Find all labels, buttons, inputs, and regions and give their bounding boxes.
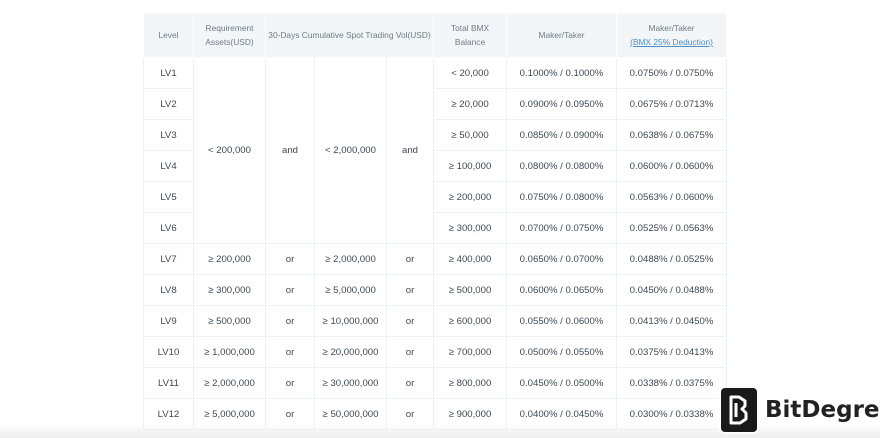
operator-cell: or xyxy=(385,243,435,275)
table-row: LV9 ≥ 500,000 or ≥ 10,000,000 or ≥ 600,000 0.0… xyxy=(143,305,728,337)
requirement-assets-cell: ≥ 200,000 xyxy=(193,243,266,275)
bmx-balance-cell: ≥ 50,000 xyxy=(433,119,508,151)
requirement-assets-cell: ≥ 300,000 xyxy=(193,274,266,306)
level-cell: LV8 xyxy=(143,274,194,306)
level-cell: LV4 xyxy=(143,150,194,182)
table-header-row: Level Requirement Assets(USD) 30-Days Cu… xyxy=(143,12,728,58)
operator-cell: or xyxy=(385,367,435,399)
maker-taker-cell: 0.0600% / 0.0650% xyxy=(506,274,618,306)
bmx-balance-cell: ≥ 20,000 xyxy=(433,88,508,120)
requirement-assets-cell: ≥ 2,000,000 xyxy=(193,367,266,399)
maker-taker-cell: 0.0750% / 0.0800% xyxy=(506,181,618,213)
bitdegree-brand-text: BitDegree xyxy=(765,397,880,423)
level-cell: LV5 xyxy=(143,181,194,213)
bmx-balance-cell: < 20,000 xyxy=(433,57,508,89)
maker-taker-cell: 0.0850% / 0.0900% xyxy=(506,119,618,151)
maker-taker-bmx-cell: 0.0525% / 0.0563% xyxy=(616,212,728,244)
spot-volume-cell: ≥ 20,000,000 xyxy=(314,336,387,368)
table-row: LV1 < 200,000 and < 2,000,000 and < 20,000 0.1… xyxy=(143,57,728,244)
maker-taker-bmx-cell: 0.0488% / 0.0525% xyxy=(616,243,728,275)
operator-cell: and xyxy=(265,57,315,244)
spot-volume-cell: ≥ 30,000,000 xyxy=(314,367,387,399)
maker-taker-bmx-cell: 0.0675% / 0.0713% xyxy=(616,88,728,120)
maker-taker-bmx-cell: 0.0750% / 0.0750% xyxy=(616,57,728,89)
spot-volume-cell: ≥ 2,000,000 xyxy=(314,243,387,275)
bmx-balance-cell: ≥ 100,000 xyxy=(433,150,508,182)
operator-cell: or xyxy=(385,336,435,368)
spot-volume-cell: < 2,000,000 xyxy=(314,57,387,244)
operator-cell: or xyxy=(385,274,435,306)
level-cell: LV9 xyxy=(143,305,194,337)
maker-taker-header: Maker/Taker xyxy=(506,12,618,58)
operator-cell: and xyxy=(385,57,435,244)
maker-taker-bmx-cell: 0.0413% / 0.0450% xyxy=(616,305,728,337)
table-row: LV11 ≥ 2,000,000 or ≥ 30,000,000 or ≥ 800,000… xyxy=(143,367,728,399)
maker-taker-bmx-cell: 0.0600% / 0.0600% xyxy=(616,150,728,182)
maker-taker-bmx-cell: 0.0375% / 0.0413% xyxy=(616,336,728,368)
level-cell: LV1 xyxy=(143,57,194,89)
operator-cell: or xyxy=(385,305,435,337)
bmx-balance-cell: ≥ 300,000 xyxy=(433,212,508,244)
level-cell: LV11 xyxy=(143,367,194,399)
level-cell: LV7 xyxy=(143,243,194,275)
level-cell: LV2 xyxy=(143,88,194,120)
fee-tier-table: Level Requirement Assets(USD) 30-Days Cu… xyxy=(143,12,728,430)
level-cell: LV6 xyxy=(143,212,194,244)
spot-volume-cell: ≥ 10,000,000 xyxy=(314,305,387,337)
level-header: Level xyxy=(143,12,194,58)
requirement-assets-cell: ≥ 1,000,000 xyxy=(193,336,266,368)
bitdegree-logo-icon xyxy=(721,388,757,432)
bmx-balance-cell: ≥ 600,000 xyxy=(433,305,508,337)
maker-taker-cell: 0.0700% / 0.0750% xyxy=(506,212,618,244)
table-row: LV7 ≥ 200,000 or ≥ 2,000,000 or ≥ 400,000 0.06… xyxy=(143,243,728,275)
operator-cell: or xyxy=(265,336,315,368)
maker-taker-cell: 0.0650% / 0.0700% xyxy=(506,243,618,275)
maker-taker-cell: 0.0500% / 0.0550% xyxy=(506,336,618,368)
maker-taker-bmx-cell: 0.0338% / 0.0375% xyxy=(616,367,728,399)
spot-volume-cell: ≥ 5,000,000 xyxy=(314,274,387,306)
bmx-balance-cell: ≥ 400,000 xyxy=(433,243,508,275)
level-cell: LV10 xyxy=(143,336,194,368)
spot-volume-header: 30-Days Cumulative Spot Trading Vol(USD) xyxy=(264,12,435,58)
operator-cell: or xyxy=(265,305,315,337)
maker-taker-bmx-cell: 0.0563% / 0.0600% xyxy=(616,181,728,213)
bmx-balance-cell: ≥ 700,000 xyxy=(433,336,508,368)
table-row: LV8 ≥ 300,000 or ≥ 5,000,000 or ≥ 500,000 0.06… xyxy=(143,274,728,306)
bmx-deduction-link[interactable]: (BMX 25% Deduction) xyxy=(630,37,713,47)
operator-cell: or xyxy=(265,274,315,306)
maker-taker-bmx-cell: 0.0450% / 0.0488% xyxy=(616,274,728,306)
bmx-balance-cell: ≥ 800,000 xyxy=(433,367,508,399)
maker-taker-bmx-title: Maker/Taker xyxy=(648,23,695,33)
maker-taker-bmx-header: Maker/Taker (BMX 25% Deduction) xyxy=(616,12,728,58)
requirement-assets-cell: < 200,000 xyxy=(193,57,266,244)
maker-taker-cell: 0.1000% / 0.1000% xyxy=(506,57,618,89)
operator-cell: or xyxy=(265,243,315,275)
level-cell: LV3 xyxy=(143,119,194,151)
bmx-balance-cell: ≥ 500,000 xyxy=(433,274,508,306)
maker-taker-cell: 0.0900% / 0.0950% xyxy=(506,88,618,120)
maker-taker-cell: 0.0800% / 0.0800% xyxy=(506,150,618,182)
maker-taker-cell: 0.0550% / 0.0600% xyxy=(506,305,618,337)
maker-taker-bmx-cell: 0.0638% / 0.0675% xyxy=(616,119,728,151)
bmx-balance-cell: ≥ 200,000 xyxy=(433,181,508,213)
bitdegree-watermark: BitDegree xyxy=(721,387,880,433)
table-row: LV10 ≥ 1,000,000 or ≥ 20,000,000 or ≥ 700,000… xyxy=(143,336,728,368)
bmx-balance-header: Total BMX Balance xyxy=(433,12,508,58)
requirement-assets-header: Requirement Assets(USD) xyxy=(193,12,266,58)
requirement-assets-cell: ≥ 500,000 xyxy=(193,305,266,337)
operator-cell: or xyxy=(265,367,315,399)
maker-taker-cell: 0.0450% / 0.0500% xyxy=(506,367,618,399)
